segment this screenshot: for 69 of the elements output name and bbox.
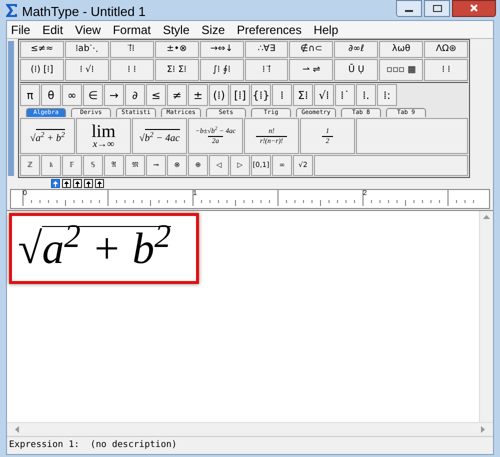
close-icon [470,4,478,12]
menu-item[interactable]: Size [202,24,225,36]
symbol-button[interactable]: ∞ [62,84,82,106]
palette-button[interactable]: ΛΩ⊛ [424,41,468,58]
square-root-formula: √b$^{2}$ − 4ac [139,128,180,144]
palette-button[interactable]: λωθ [379,41,424,58]
symbol-button[interactable]: √⁞ [314,84,334,106]
palette-button[interactable]: ±•⊗ [154,41,199,58]
horizontal-scrollbar[interactable] [7,422,493,436]
symbol-button[interactable]: ± [188,84,208,106]
sigma-logo-icon [6,4,17,16]
palette-button[interactable]: ⁞ √⁞ [64,59,109,81]
menu-item[interactable]: Help [314,24,338,36]
symbol-button[interactable]: ⁞: [377,84,397,106]
palette-button[interactable]: (⁞) [⁞] [20,59,64,81]
nudge-button[interactable] [51,179,60,188]
menu-item[interactable]: Format [112,24,151,36]
palette-button[interactable]: ∫⁞ ∮⁞ [200,59,244,81]
left-arrow-icon [15,426,19,433]
palette-button[interactable]: Σ⁞ Σ⁞ [154,59,199,81]
menu-item[interactable]: File [11,24,30,36]
symbol-button[interactable]: {⁞} [251,84,271,106]
menu-item[interactable]: Preferences [236,24,302,36]
palette-button[interactable]: ⁞ab⋱ [64,41,109,58]
nudge-button[interactable] [84,179,93,188]
palette-button[interactable]: ▫▫▫ ▦ [379,59,424,81]
palette-button[interactable]: ∉∩⊂ [289,41,334,58]
symbol-button[interactable]: ≤ [146,84,166,106]
template-button[interactable]: √b$^{2}$ − 4ac [132,118,187,154]
limit-formula: lim x→∞ [91,122,116,150]
palette-button[interactable]: ∴∀∃ [244,41,288,58]
symbol-button[interactable]: ⁞˙ [335,84,355,106]
palette-button[interactable]: ⇀ ⇌ [289,59,334,81]
nudge-button[interactable] [73,179,82,188]
symbol-button[interactable]: π [20,84,40,106]
menu-item[interactable]: Edit [42,24,64,36]
palette-button[interactable]: ≤≠≈ [20,41,64,58]
up-arrow-icon [483,215,490,219]
palette-button[interactable]: ∂∞ℓ [334,41,378,58]
symbol-button[interactable]: ⁞ [272,84,292,106]
vertical-scrollbar[interactable] [479,211,493,422]
palette-button[interactable]: →⇔↓ [200,41,244,58]
palette-button[interactable]: ⁞ ⁞ [424,59,468,81]
palette-button[interactable]: Ū Ụ [334,59,378,81]
symbol-button[interactable]: ⁞. [356,84,376,106]
symbol-button[interactable]: [⁞] [230,84,250,106]
maximize-button[interactable] [424,0,450,16]
symbol-button[interactable]: (⁞) [209,84,229,106]
symbol-button[interactable]: θ [41,84,61,106]
palette-button[interactable]: ⁞ ⁞⃗ [244,59,288,81]
right-arrow-icon [481,426,485,433]
palette-button[interactable]: ⁞ ⁞ [110,59,154,81]
menu-item[interactable]: View [75,24,101,36]
template-button[interactable]: lim x→∞ [76,118,131,154]
menu-item[interactable]: Style [162,24,190,36]
palette-button[interactable]: ⁞⃗⁞ [110,41,154,58]
minimize-button[interactable] [396,0,422,16]
square-root-formula: √a$^{2}$ + b$^{2}$ [30,128,65,144]
symbol-button[interactable]: ∈ [83,84,103,106]
symbol-button[interactable]: ∂ [125,84,145,106]
symbol-button[interactable]: ≠ [167,84,187,106]
status-text: Expression 1: (no description) [9,438,177,452]
window-title: MathType - Untitled 1 [22,3,146,21]
nudge-button[interactable] [95,179,104,188]
template-button[interactable]: √a$^{2}$ + b$^{2}$ [20,118,75,154]
close-button[interactable] [452,0,496,16]
symbol-button[interactable]: → [104,84,124,106]
symbol-button[interactable]: Σ⁞ [293,84,313,106]
nudge-button[interactable] [62,179,71,188]
